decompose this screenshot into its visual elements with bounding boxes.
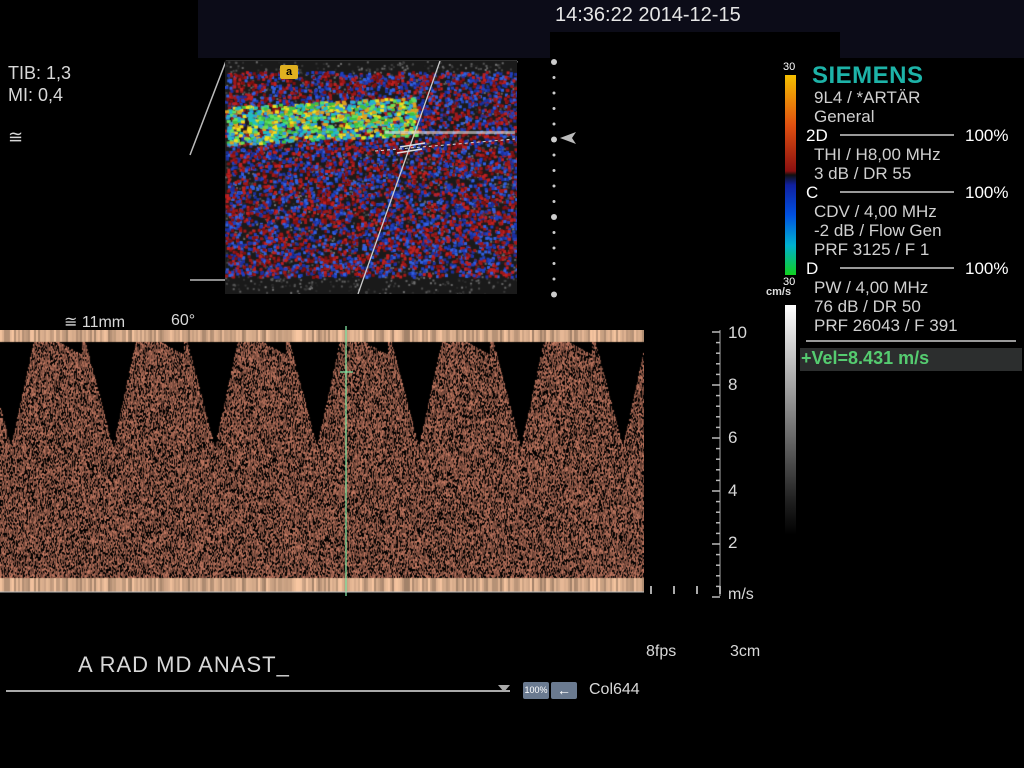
scale-tick-label: 2 <box>728 533 738 552</box>
color-scale-bar <box>785 75 796 275</box>
colormap-name: Col644 <box>589 681 640 698</box>
scale-tick-label: 4 <box>728 481 738 500</box>
color-scale-unit: cm/s <box>766 286 792 298</box>
depth-value: 3cm <box>730 643 761 660</box>
grayscale-bar <box>785 305 796 535</box>
section-c-line: CDV / 4,00 MHz <box>814 202 937 221</box>
focus-marker-icon <box>560 132 576 144</box>
color-scale-top: 30 <box>783 61 796 73</box>
velocity-unit: m/s <box>728 586 754 603</box>
timeline-bar <box>6 690 510 692</box>
velocity-measurement: +Vel=8.431 m/s <box>801 348 930 368</box>
brand-logo: SIEMENS <box>812 62 924 89</box>
datetime: 14:36:22 2014-12-15 <box>555 4 741 26</box>
section-d-line: 76 dB / DR 50 <box>814 297 921 316</box>
timeline-marker-icon <box>498 685 510 692</box>
divider <box>806 340 1016 342</box>
section-2d-line: THI / H8,00 MHz <box>814 145 941 164</box>
scale-tick-label: 10 <box>728 323 747 342</box>
section-d-slider[interactable] <box>840 267 954 269</box>
section-d-line: PW / 4,00 MHz <box>814 278 929 297</box>
section-2d-percent: 100% <box>965 126 1009 145</box>
section-2d-label: 2D <box>806 126 828 145</box>
section-c-line: PRF 3125 / F 1 <box>814 240 930 259</box>
section-d-line: PRF 26043 / F 391 <box>814 316 958 335</box>
probe-name: 9L4 / *ARTÄR <box>814 88 921 107</box>
section-c-percent: 100% <box>965 183 1009 202</box>
scale-tick-label: 8 <box>728 375 738 394</box>
section-2d-slider[interactable] <box>840 134 954 136</box>
back-arrow-icon[interactable]: ← <box>551 682 577 699</box>
spectrum-overlay <box>0 326 721 598</box>
section-2d-line: 3 dB / DR 55 <box>814 164 912 183</box>
patient-bar <box>550 32 840 58</box>
zoom-button[interactable]: 100% <box>523 682 549 699</box>
section-c-slider[interactable] <box>840 191 954 193</box>
annotation-text[interactable]: A RAD MD ANAST_ <box>78 652 290 678</box>
image-orientation-marker: a <box>280 65 298 79</box>
frame-rate: 8fps <box>646 643 677 660</box>
depth-scale <box>551 59 576 298</box>
doppler-cursor-overlay <box>357 61 516 294</box>
section-c-line: -2 dB / Flow Gen <box>814 221 942 240</box>
preset-name: General <box>814 107 875 126</box>
section-d-label: D <box>806 259 819 278</box>
scale-tick-label: 6 <box>728 428 738 447</box>
section-c-label: C <box>806 183 819 202</box>
section-d-percent: 100% <box>965 259 1009 278</box>
